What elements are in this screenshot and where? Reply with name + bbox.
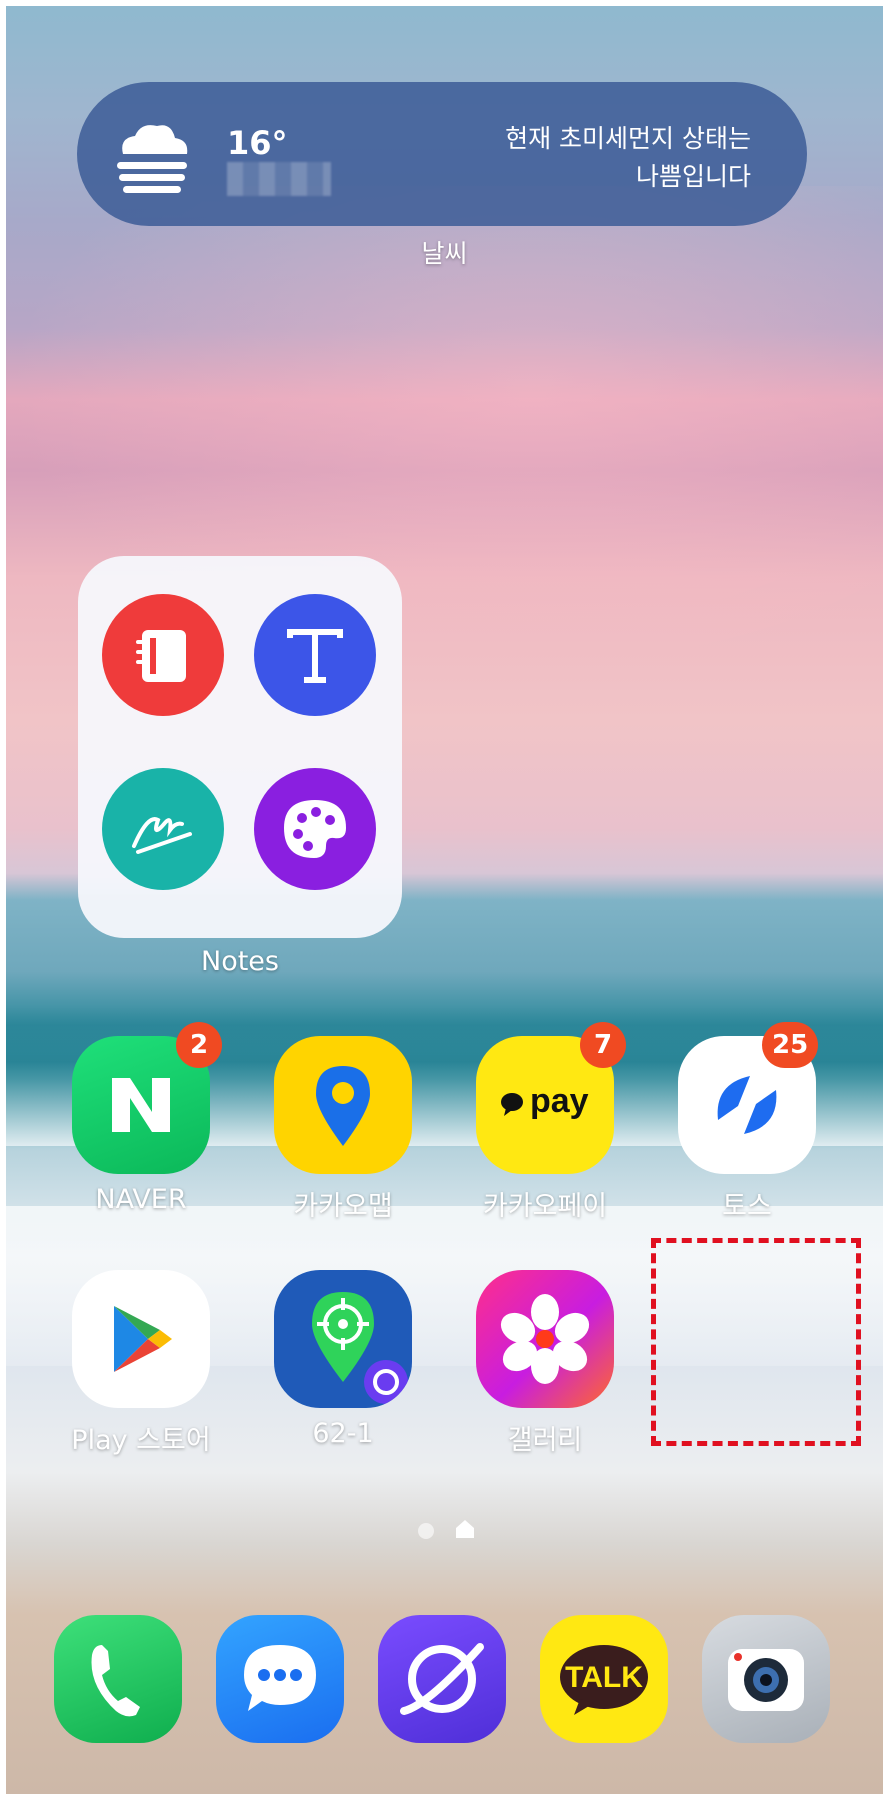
phone-app[interactable] xyxy=(54,1615,182,1743)
camera-app[interactable] xyxy=(702,1615,830,1743)
internet-app[interactable] xyxy=(378,1615,506,1743)
map-pin-icon xyxy=(316,1066,370,1146)
gallery-flower-icon xyxy=(500,1294,590,1384)
messages-icon xyxy=(244,1645,316,1711)
notebook-icon[interactable] xyxy=(102,594,224,716)
folder-label: Notes xyxy=(201,946,279,977)
gallery-app[interactable] xyxy=(476,1270,614,1408)
internet-icon xyxy=(400,1643,484,1715)
app-62-1[interactable] xyxy=(274,1270,412,1408)
palette-icon[interactable] xyxy=(254,768,376,890)
phone-icon xyxy=(91,1645,140,1717)
empty-slot-highlight xyxy=(651,1238,861,1446)
play-store-icon xyxy=(114,1306,172,1372)
toss-label: 토스 xyxy=(722,1191,772,1222)
notes-folder[interactable] xyxy=(78,556,402,938)
kakaopay-label: 카카오페이 xyxy=(482,1191,608,1222)
play-store-label: Play 스토어 xyxy=(71,1425,211,1456)
kakaopay-badge: 7 xyxy=(580,1022,626,1068)
kakaomap-app[interactable] xyxy=(274,1036,412,1174)
air-quality-message: 현재 초미세먼지 상태는 나쁨입니다 xyxy=(505,120,751,196)
signature-icon[interactable] xyxy=(102,768,224,890)
page-indicator-dot[interactable] xyxy=(418,1523,434,1539)
messages-app[interactable] xyxy=(216,1615,344,1743)
air-quality-line1: 현재 초미세먼지 상태는 xyxy=(505,124,751,153)
weather-widget[interactable]: 16° 현재 초미세먼지 상태는 나쁨입니다 xyxy=(77,82,807,226)
naver-badge: 2 xyxy=(176,1022,222,1068)
home-page-icon[interactable] xyxy=(454,1518,476,1540)
kakaotalk-app[interactable]: TALK xyxy=(540,1615,668,1743)
svg-text:pay: pay xyxy=(530,1082,589,1120)
text-t-icon[interactable] xyxy=(254,594,376,716)
gallery-label: 갤러리 xyxy=(507,1425,583,1456)
play-store-app[interactable] xyxy=(72,1270,210,1408)
weather-caption: 날씨 xyxy=(421,239,468,268)
kakaomap-label: 카카오맵 xyxy=(293,1191,393,1222)
location-blurred xyxy=(227,162,331,196)
camera-icon xyxy=(728,1649,804,1711)
app-62-1-label: 62-1 xyxy=(312,1418,374,1449)
toss-badge: 25 xyxy=(762,1022,819,1068)
home-screen: 16° 현재 초미세먼지 상태는 나쁨입니다 날씨 Notes 2 NAVER … xyxy=(6,6,883,1794)
kakaotalk-text: TALK xyxy=(565,1661,643,1694)
air-quality-line2: 나쁨입니다 xyxy=(635,162,751,191)
location-target-icon xyxy=(312,1292,408,1404)
temperature: 16° xyxy=(227,124,288,162)
cloud-fog-icon xyxy=(117,125,188,193)
naver-label: NAVER xyxy=(95,1184,187,1215)
